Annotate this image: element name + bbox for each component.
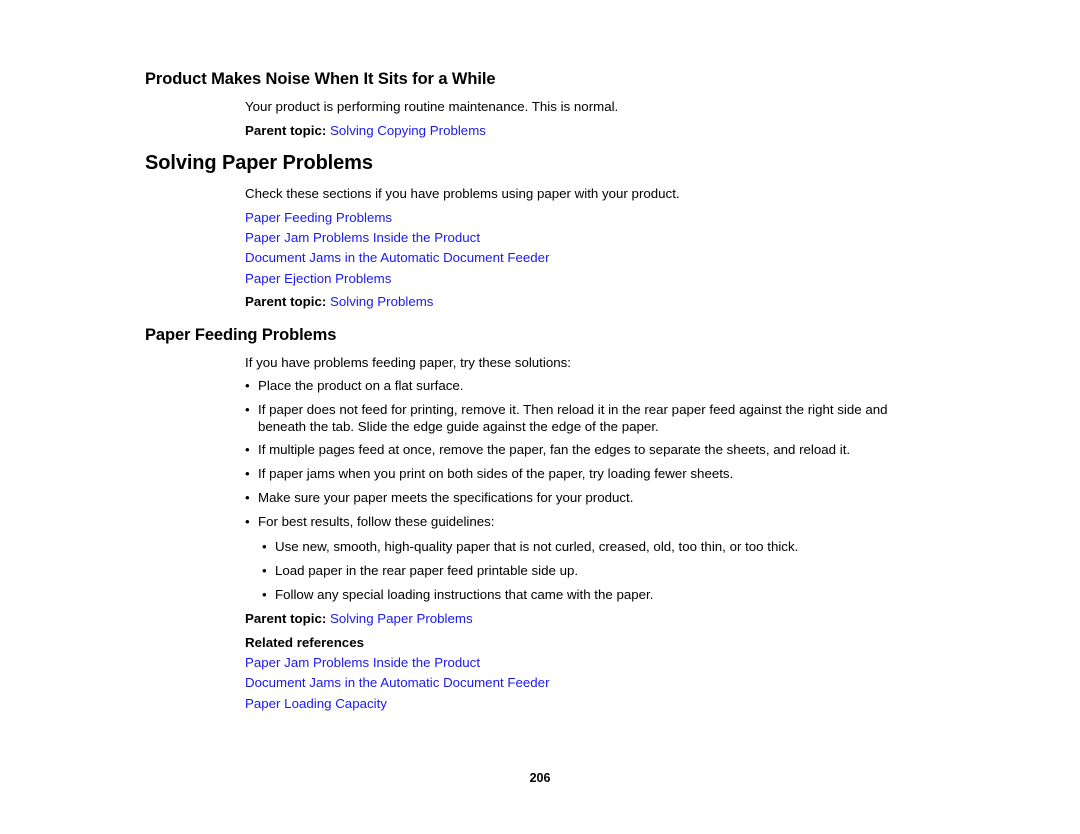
sub-list-item: • Follow any special loading instruction… [262,587,932,604]
document-page: Product Makes Noise When It Sits for a W… [0,0,1080,834]
parent-topic-link-solving-paper-problems[interactable]: Solving Paper Problems [330,611,473,626]
list-item: • If paper does not feed for printing, r… [245,402,935,435]
related-references-heading: Related references [245,635,364,650]
parent-topic-label: Parent topic: [245,611,327,626]
paragraph-paper-feeding-intro: If you have problems feeding paper, try … [245,355,571,370]
list-item: • If multiple pages feed at once, remove… [245,442,935,459]
list-item-text: If paper jams when you print on both sid… [258,466,734,481]
parent-topic-noise: Parent topic: Solving Copying Problems [245,123,935,139]
parent-topic-paper-feeding: Parent topic: Solving Paper Problems [245,611,935,627]
sub-list-item-text: Use new, smooth, high-quality paper that… [275,539,799,554]
related-link-paper-jam-problems-inside-the-product[interactable]: Paper Jam Problems Inside the Product [245,655,480,670]
paragraph-product-makes-noise: Your product is performing routine maint… [245,99,619,114]
parent-topic-solving-paper-problems: Parent topic: Solving Problems [245,294,935,310]
parent-topic-label: Parent topic: [245,294,327,309]
bullet-icon: • [262,587,267,602]
link-paper-jam-problems-inside-the-product[interactable]: Paper Jam Problems Inside the Product [245,230,480,245]
list-item-text: Make sure your paper meets the specifica… [258,490,634,505]
link-document-jams-in-the-automatic-document-feeder[interactable]: Document Jams in the Automatic Document … [245,250,550,265]
heading-solving-paper-problems: Solving Paper Problems [145,152,373,174]
bullet-icon: • [262,539,267,554]
list-item: • Place the product on a flat surface. [245,378,935,395]
list-item-text: If paper does not feed for printing, rem… [258,402,888,434]
list-item: • If paper jams when you print on both s… [245,466,935,483]
heading-paper-feeding-problems: Paper Feeding Problems [145,326,337,344]
page-number: 206 [529,771,551,785]
bullet-icon: • [262,563,267,578]
bullet-icon: • [245,378,250,393]
sub-list-item: • Load paper in the rear paper feed prin… [262,563,932,580]
list-item-text: For best results, follow these guideline… [258,514,495,529]
bullet-icon: • [245,442,250,457]
link-paper-ejection-problems[interactable]: Paper Ejection Problems [245,271,391,286]
parent-topic-link-solving-copying-problems[interactable]: Solving Copying Problems [330,123,486,138]
parent-topic-link-solving-problems[interactable]: Solving Problems [330,294,433,309]
bullet-icon: • [245,514,250,529]
paragraph-solving-paper-problems: Check these sections if you have problem… [245,186,680,201]
related-link-document-jams-in-the-automatic-document-feeder[interactable]: Document Jams in the Automatic Document … [245,675,550,690]
sub-list-item-text: Follow any special loading instructions … [275,587,654,602]
list-item: • Make sure your paper meets the specifi… [245,490,935,507]
sub-list-item: • Use new, smooth, high-quality paper th… [262,539,932,556]
parent-topic-label: Parent topic: [245,123,327,138]
bullet-icon: • [245,466,250,481]
list-item-text: Place the product on a flat surface. [258,378,464,393]
related-link-paper-loading-capacity[interactable]: Paper Loading Capacity [245,696,387,711]
list-item: • For best results, follow these guideli… [245,514,935,531]
bullet-icon: • [245,402,250,417]
bullet-icon: • [245,490,250,505]
sub-list-item-text: Load paper in the rear paper feed printa… [275,563,579,578]
link-paper-feeding-problems[interactable]: Paper Feeding Problems [245,210,392,225]
heading-product-makes-noise: Product Makes Noise When It Sits for a W… [145,70,496,88]
list-item-text: If multiple pages feed at once, remove t… [258,442,851,457]
